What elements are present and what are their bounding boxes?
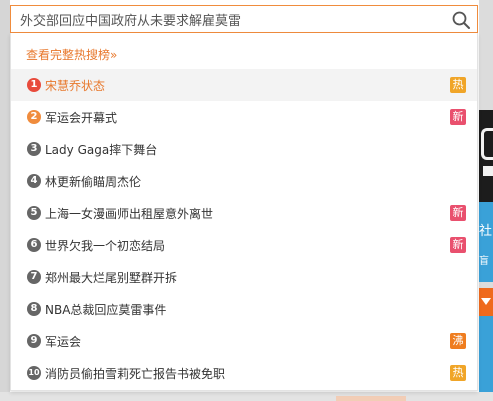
hot-search-title[interactable]: 世界欠我一个初恋结局 bbox=[45, 237, 165, 254]
rank-badge: 6 bbox=[27, 238, 41, 252]
background-page-bottom bbox=[0, 392, 493, 401]
rank-badge: 7 bbox=[27, 270, 41, 284]
search-icon[interactable] bbox=[451, 10, 471, 30]
hot-search-title[interactable]: 宋慧乔状态 bbox=[45, 77, 105, 94]
background-text-2: 盲 bbox=[479, 256, 489, 267]
hot-search-dropdown: 查看完整热搜榜» 1 宋慧乔状态热 2 军运会开幕式新 3 Lady Gaga摔下舞台 4 林… bbox=[10, 33, 478, 391]
status-tag-badge: 新 bbox=[450, 205, 466, 221]
hot-search-list: 1 宋慧乔状态热 2 军运会开幕式新 3 Lady Gaga摔下舞台 4 林更新偷瞄周杰伦 5 上… bbox=[11, 69, 477, 389]
hot-search-title[interactable]: NBA总裁回应莫雷事件 bbox=[45, 301, 166, 318]
hot-search-item[interactable]: 8 NBA总裁回应莫雷事件 bbox=[11, 293, 477, 325]
status-tag-badge: 热 bbox=[450, 77, 466, 93]
hot-search-title[interactable]: 消防员偷拍雪莉死亡报告书被免职 bbox=[45, 365, 225, 382]
background-blue-banner: 社 盲 bbox=[479, 202, 493, 282]
hot-search-title[interactable]: 郑州最大烂尾别墅群开拆 bbox=[45, 269, 177, 286]
hot-search-item[interactable]: 4 林更新偷瞄周杰伦 bbox=[11, 165, 477, 197]
hot-search-item[interactable]: 10 消防员偷拍雪莉死亡报告书被免职 热 bbox=[11, 357, 477, 389]
status-tag-badge: 沸 bbox=[450, 333, 466, 349]
background-text-1: 社 bbox=[479, 224, 493, 239]
rank-badge: 4 bbox=[27, 174, 41, 188]
hot-search-item[interactable]: 5 上海一女漫画师出租屋意外离世 新 bbox=[11, 197, 477, 229]
status-tag-badge: 新 bbox=[450, 109, 466, 125]
hot-search-item[interactable]: 6 世界欠我一个初恋结局 新 bbox=[11, 229, 477, 261]
full-hot-list-link[interactable]: 查看完整热搜榜» bbox=[26, 46, 117, 63]
rank-badge: 5 bbox=[27, 206, 41, 220]
hot-search-item[interactable]: 1 宋慧乔状态 热 bbox=[11, 69, 477, 101]
rank-badge: 1 bbox=[27, 78, 41, 92]
hot-search-item[interactable]: 7 郑州最大烂尾别墅群开拆 bbox=[11, 261, 477, 293]
background-page-right: 社 盲 bbox=[479, 0, 493, 401]
rank-badge: 8 bbox=[27, 302, 41, 316]
status-tag-badge: 热 bbox=[450, 365, 466, 381]
hot-search-title[interactable]: 军运会 bbox=[45, 333, 81, 350]
background-blue-panel bbox=[479, 316, 493, 401]
background-dark-banner bbox=[479, 110, 493, 202]
hot-search-title[interactable]: 林更新偷瞄周杰伦 bbox=[45, 173, 141, 190]
rank-badge: 10 bbox=[27, 366, 41, 380]
hot-search-item[interactable]: 3 Lady Gaga摔下舞台 bbox=[11, 133, 477, 165]
status-tag-badge: 新 bbox=[450, 237, 466, 253]
background-page-left bbox=[0, 0, 10, 401]
rank-badge: 9 bbox=[27, 334, 41, 348]
hot-search-item[interactable]: 2 军运会开幕式 新 bbox=[11, 101, 477, 133]
rank-badge: 3 bbox=[27, 142, 41, 156]
search-input[interactable] bbox=[11, 6, 441, 32]
hot-search-title[interactable]: Lady Gaga摔下舞台 bbox=[45, 141, 157, 158]
rank-badge: 2 bbox=[27, 110, 41, 124]
triangle-down-icon bbox=[481, 298, 491, 305]
hot-search-item[interactable]: 9 军运会 沸 bbox=[11, 325, 477, 357]
hot-search-title[interactable]: 军运会开幕式 bbox=[45, 109, 117, 126]
hot-search-title[interactable]: 上海一女漫画师出租屋意外离世 bbox=[45, 205, 213, 222]
background-orange-button bbox=[479, 288, 493, 316]
search-box bbox=[10, 5, 478, 33]
